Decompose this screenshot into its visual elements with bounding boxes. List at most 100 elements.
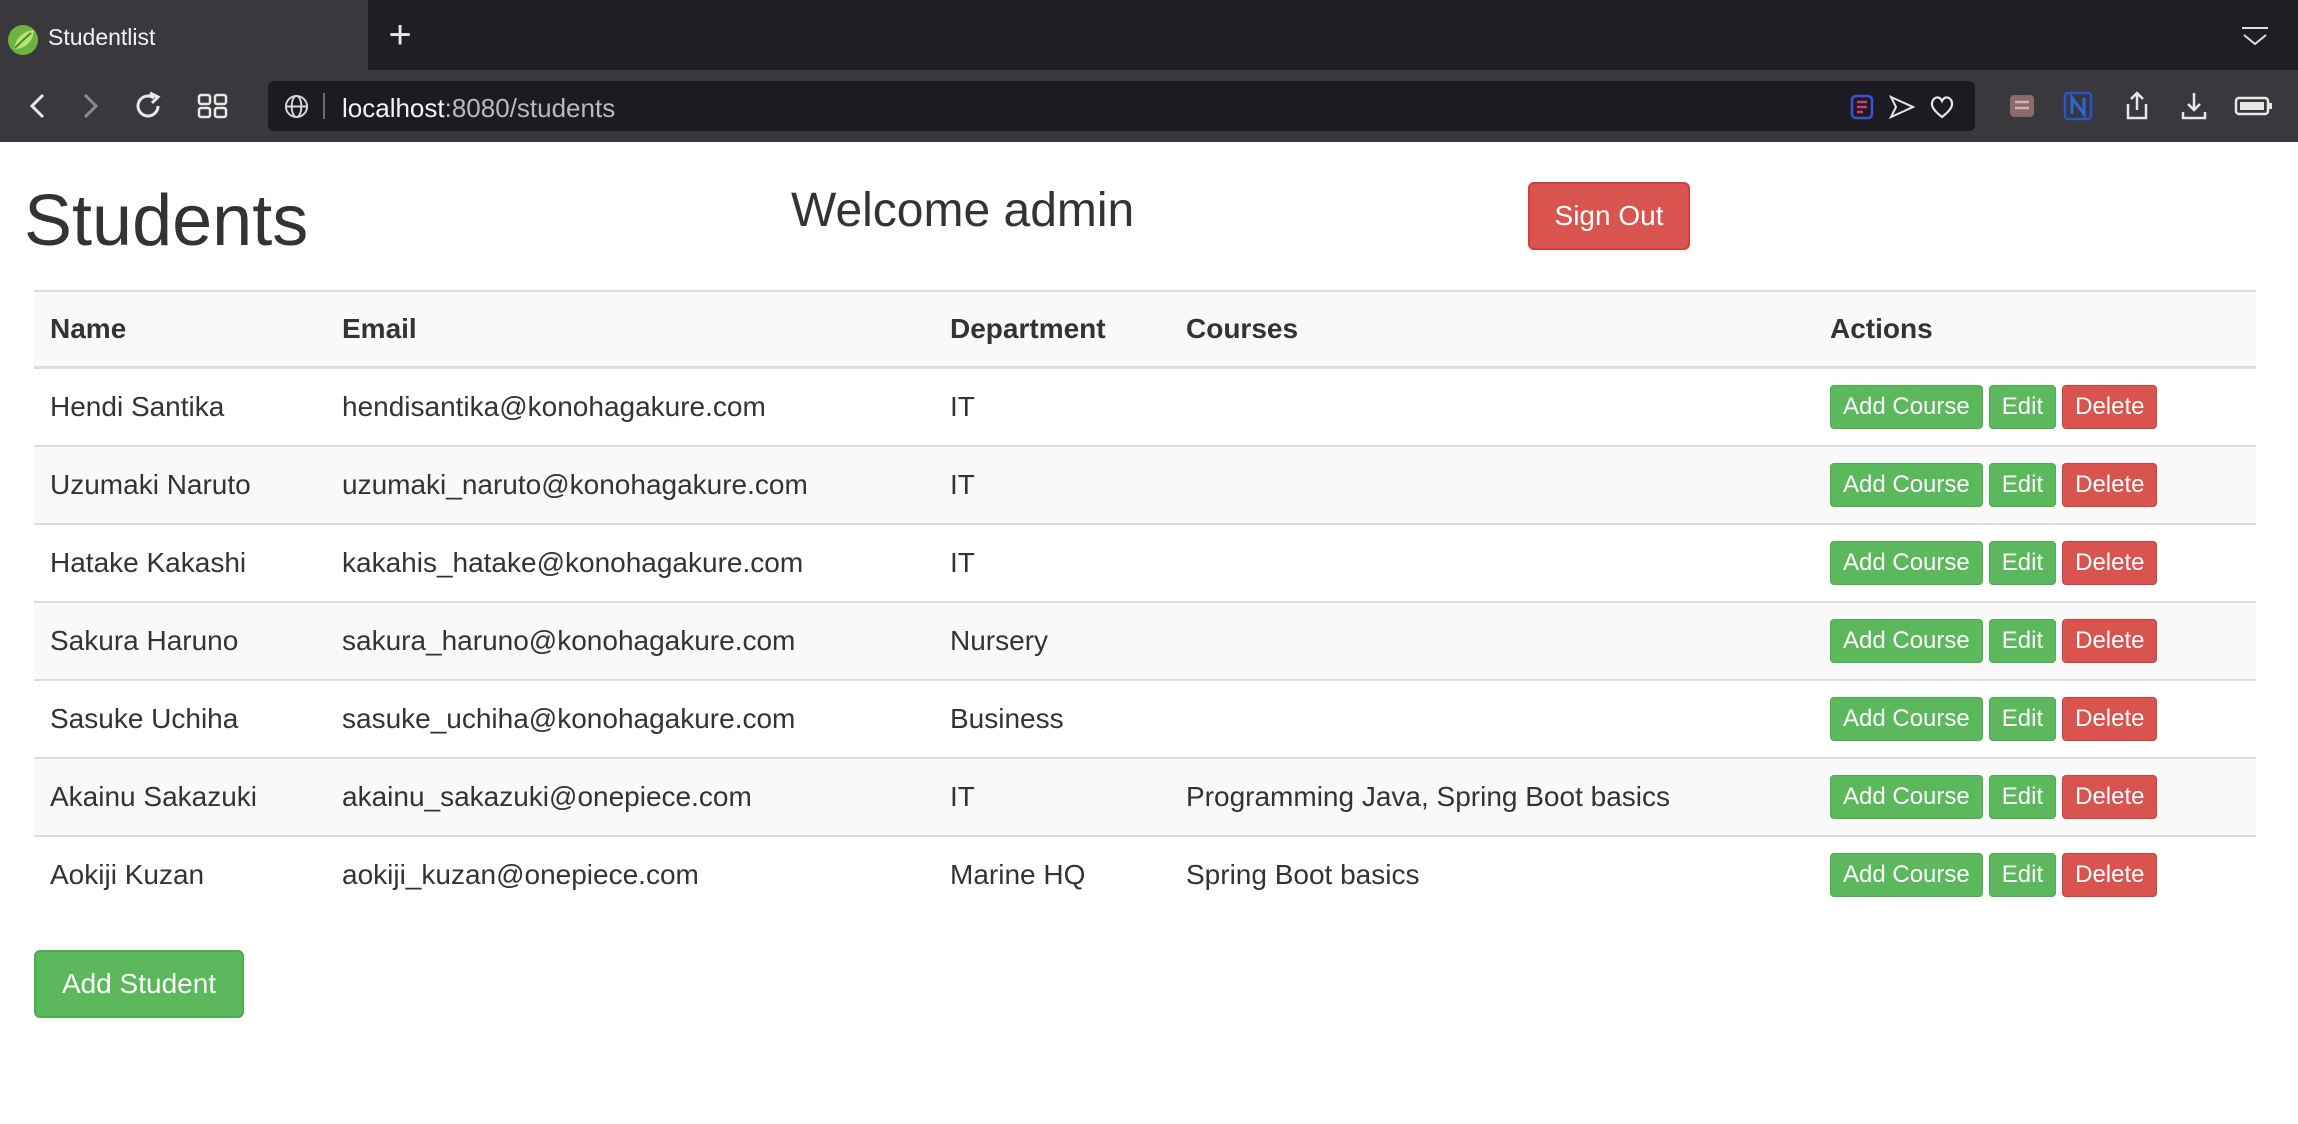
table-row: Sasuke Uchiha sasuke_uchiha@konohagakure… (34, 679, 2256, 758)
cell-email: sasuke_uchiha@konohagakure.com (326, 679, 934, 758)
column-header-name: Name (34, 290, 326, 369)
grid-icon[interactable] (195, 88, 231, 124)
cell-email: sakura_haruno@konohagakure.com (326, 601, 934, 680)
edit-button[interactable]: Edit (1988, 619, 2057, 663)
download-icon[interactable] (2178, 90, 2210, 122)
delete-button[interactable]: Delete (2062, 619, 2158, 663)
table-row: Aokiji Kuzan aokiji_kuzan@onepiece.com M… (34, 835, 2256, 913)
edit-button[interactable]: Edit (1988, 775, 2057, 819)
browser-tab[interactable]: Studentlist (0, 0, 368, 70)
cell-courses (1170, 679, 1814, 758)
table-row: Uzumaki Naruto uzumaki_naruto@konohagaku… (34, 445, 2256, 524)
cell-actions: Add Course Edit Delete (1814, 679, 2256, 758)
tabs-menu-icon[interactable] (2240, 24, 2270, 50)
cell-email: akainu_sakazuki@onepiece.com (326, 757, 934, 836)
delete-button[interactable]: Delete (2062, 853, 2158, 897)
battery-icon (2234, 96, 2272, 116)
cell-name: Sasuke Uchiha (34, 679, 326, 758)
globe-icon (284, 94, 309, 119)
column-header-email: Email (326, 290, 934, 369)
cell-name: Uzumaki Naruto (34, 445, 326, 524)
edit-button[interactable]: Edit (1988, 463, 2057, 507)
cell-department: Nursery (934, 601, 1170, 680)
back-icon[interactable] (20, 88, 56, 124)
cell-courses: Programming Java, Spring Boot basics (1170, 757, 1814, 836)
cell-department: Marine HQ (934, 835, 1170, 913)
delete-button[interactable]: Delete (2062, 775, 2158, 819)
table-row: Sakura Haruno sakura_haruno@konohagakure… (34, 601, 2256, 680)
cell-department: Business (934, 679, 1170, 758)
students-table: Name Email Department Courses Actions He… (34, 290, 2256, 913)
sign-out-button[interactable]: Sign Out (1528, 182, 1690, 250)
edit-button[interactable]: Edit (1988, 541, 2057, 585)
heart-icon[interactable] (1928, 93, 1956, 121)
cell-name: Hendi Santika (34, 366, 326, 446)
delete-button[interactable]: Delete (2062, 541, 2158, 585)
spring-leaf-icon (8, 25, 38, 55)
column-header-department: Department (934, 290, 1170, 369)
cell-name: Akainu Sakazuki (34, 757, 326, 836)
students-table-container: Name Email Department Courses Actions He… (34, 290, 2256, 913)
add-course-button[interactable]: Add Course (1830, 463, 1983, 507)
cell-actions: Add Course Edit Delete (1814, 601, 2256, 680)
cell-email: hendisantika@konohagakure.com (326, 366, 934, 446)
forward-icon[interactable] (72, 88, 108, 124)
cell-name: Hatake Kakashi (34, 523, 326, 602)
url-separator (323, 93, 325, 119)
cell-actions: Add Course Edit Delete (1814, 366, 2256, 446)
cell-courses (1170, 601, 1814, 680)
add-student-button[interactable]: Add Student (34, 950, 244, 1018)
url-path: :8080/students (444, 93, 616, 123)
add-course-button[interactable]: Add Course (1830, 385, 1983, 429)
cell-name: Aokiji Kuzan (34, 835, 326, 913)
edit-button[interactable]: Edit (1988, 697, 2057, 741)
cell-name: Sakura Haruno (34, 601, 326, 680)
delete-button[interactable]: Delete (2062, 463, 2158, 507)
browser-toolbar: localhost:8080/students (0, 70, 2298, 142)
edit-button[interactable]: Edit (1988, 385, 2057, 429)
extension-icon[interactable] (2006, 90, 2038, 122)
welcome-message: Welcome admin (791, 184, 1135, 237)
delete-button[interactable]: Delete (2062, 697, 2158, 741)
add-course-button[interactable]: Add Course (1830, 853, 1983, 897)
cell-actions: Add Course Edit Delete (1814, 445, 2256, 524)
column-header-courses: Courses (1170, 290, 1814, 369)
add-course-button[interactable]: Add Course (1830, 775, 1983, 819)
table-row: Hendi Santika hendisantika@konohagakure.… (34, 366, 2256, 446)
add-course-button[interactable]: Add Course (1830, 697, 1983, 741)
cell-email: kakahis_hatake@konohagakure.com (326, 523, 934, 602)
table-header-row: Name Email Department Courses Actions (34, 290, 2256, 369)
page-title: Students (24, 181, 309, 261)
tab-title: Studentlist (48, 24, 156, 50)
cell-actions: Add Course Edit Delete (1814, 757, 2256, 836)
url-host: localhost (342, 93, 445, 123)
table-row: Akainu Sakazuki akainu_sakazuki@onepiece… (34, 757, 2256, 836)
add-course-button[interactable]: Add Course (1830, 619, 1983, 663)
url-bar[interactable]: localhost:8080/students (268, 81, 1975, 131)
url-text[interactable]: localhost:8080/students (342, 93, 615, 124)
cell-department: IT (934, 523, 1170, 602)
share-icon[interactable] (2121, 90, 2153, 122)
cell-department: IT (934, 445, 1170, 524)
delete-button[interactable]: Delete (2062, 385, 2158, 429)
cell-email: aokiji_kuzan@onepiece.com (326, 835, 934, 913)
extension-icon[interactable] (1848, 93, 1876, 121)
new-tab-icon[interactable]: + (383, 15, 417, 55)
cell-courses (1170, 523, 1814, 602)
cell-department: IT (934, 366, 1170, 446)
column-header-actions: Actions (1814, 290, 2256, 369)
extension-icon[interactable] (2062, 90, 2094, 122)
reload-icon[interactable] (130, 88, 166, 124)
cell-email: uzumaki_naruto@konohagakure.com (326, 445, 934, 524)
send-icon[interactable] (1888, 93, 1916, 121)
cell-courses (1170, 366, 1814, 446)
cell-actions: Add Course Edit Delete (1814, 835, 2256, 913)
add-course-button[interactable]: Add Course (1830, 541, 1983, 585)
edit-button[interactable]: Edit (1988, 853, 2057, 897)
cell-actions: Add Course Edit Delete (1814, 523, 2256, 602)
table-row: Hatake Kakashi kakahis_hatake@konohagaku… (34, 523, 2256, 602)
cell-courses: Spring Boot basics (1170, 835, 1814, 913)
cell-department: IT (934, 757, 1170, 836)
browser-tab-bar: Studentlist + (0, 0, 2298, 70)
cell-courses (1170, 445, 1814, 524)
